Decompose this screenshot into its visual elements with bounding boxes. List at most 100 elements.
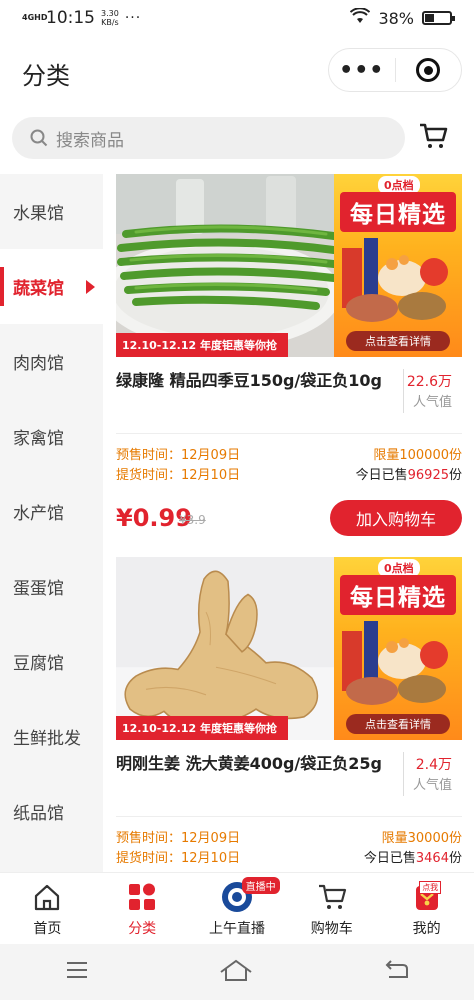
product-name[interactable]: 明刚生姜 洗大黄姜400g/袋正负25g bbox=[116, 752, 396, 776]
presale-time: 预售时间：12月09日 bbox=[116, 448, 241, 463]
home-nav-icon[interactable] bbox=[219, 958, 253, 986]
network-speed-value: 3.30 bbox=[101, 9, 119, 18]
product-card[interactable]: 0点档 每日精选 点击查看详情 12.10-12.12 年度钜惠等你抢 绿康隆 … bbox=[116, 174, 462, 546]
product-info: 绿康隆 精品四季豆150g/袋正负10g 22.6万 人气值 bbox=[116, 365, 462, 423]
cart-icon bbox=[420, 123, 448, 148]
status-bar: 4GHD 10:15 3.30 KB/s ··· 38% bbox=[0, 0, 474, 36]
category-icon bbox=[129, 883, 156, 910]
grocery-collage-image bbox=[342, 621, 448, 705]
view-details-link[interactable]: 点击查看详情 bbox=[346, 714, 450, 734]
sold-today: 今日已售96925份 bbox=[356, 464, 462, 483]
home-icon bbox=[35, 884, 60, 911]
sidebar-item-label: 家禽馆 bbox=[13, 429, 64, 449]
search-placeholder: 搜索商品 bbox=[56, 130, 124, 151]
target-icon bbox=[416, 58, 441, 82]
sold-today: 今日已售3464份 bbox=[364, 847, 462, 866]
more-button[interactable]: ••• bbox=[329, 58, 395, 83]
product-card[interactable]: 0点档 每日精选 点击查看详情 12.10-12.12 年度钜惠等你抢 明刚生姜… bbox=[116, 557, 462, 871]
bottom-tab-bar: 首页 分类 直播中 上午直播 购物车 点我 我的 bbox=[0, 872, 474, 944]
green-beans-image bbox=[116, 174, 334, 357]
caret-right-icon bbox=[86, 280, 95, 294]
sold-prefix: 今日已售 bbox=[363, 851, 416, 866]
battery-fill bbox=[425, 14, 434, 22]
menu-icon[interactable] bbox=[65, 961, 89, 983]
stock-limit: 限量100000份 bbox=[373, 448, 462, 463]
tab-label: 我的 bbox=[412, 921, 441, 937]
tab-label: 上午直播 bbox=[208, 921, 265, 937]
popularity-label: 人气值 bbox=[412, 395, 452, 410]
sidebar-item-label: 蛋蛋馆 bbox=[13, 579, 64, 599]
system-nav-bar bbox=[0, 944, 474, 1000]
profile-badge: 点我 bbox=[419, 881, 442, 894]
sidebar-item-label: 豆腐馆 bbox=[13, 654, 64, 674]
tab-live[interactable]: 直播中 上午直播 bbox=[190, 873, 285, 944]
sidebar-item-3[interactable]: 家禽馆 bbox=[0, 399, 103, 474]
sold-count: 3464 bbox=[415, 851, 449, 866]
network-indicator: 4GHD bbox=[22, 13, 48, 22]
sale-schedule: 预售时间：12月09日 提货时间：12月10日 限量100000份 今日已售96… bbox=[116, 442, 462, 488]
sidebar-item-7[interactable]: 生鲜批发 bbox=[0, 699, 103, 774]
sidebar-item-label: 生鲜批发 bbox=[13, 729, 81, 749]
sidebar-item-label: 肉肉馆 bbox=[13, 354, 64, 374]
sidebar-item-label: 水果馆 bbox=[13, 204, 64, 224]
product-banner: 0点档 每日精选 点击查看详情 12.10-12.12 年度钜惠等你抢 bbox=[116, 174, 462, 357]
battery-icon bbox=[422, 11, 455, 25]
popularity-label: 人气值 bbox=[412, 778, 452, 793]
popularity-value: 2.4万 bbox=[415, 757, 452, 773]
divider bbox=[403, 752, 404, 796]
tab-profile[interactable]: 点我 我的 bbox=[379, 873, 474, 944]
sidebar-item-5[interactable]: 蛋蛋馆 bbox=[0, 549, 103, 624]
sold-suffix: 份 bbox=[448, 468, 462, 483]
tab-label: 购物车 bbox=[310, 921, 353, 937]
stock-limit: 限量30000份 bbox=[381, 831, 462, 846]
presale-time: 预售时间：12月09日 bbox=[116, 831, 241, 846]
view-details-link[interactable]: 点击查看详情 bbox=[346, 331, 450, 351]
network-speed: 3.30 KB/s bbox=[101, 9, 119, 27]
sidebar-item-0[interactable]: 水果馆 bbox=[0, 174, 103, 249]
sidebar-item-1[interactable]: 蔬菜馆 bbox=[0, 249, 103, 324]
product-name[interactable]: 绿康隆 精品四季豆150g/袋正负10g bbox=[116, 369, 396, 393]
ginger-image bbox=[116, 557, 334, 740]
promo-ribbon: 12.10-12.12 年度钜惠等你抢 bbox=[116, 333, 288, 357]
back-icon[interactable] bbox=[383, 959, 409, 985]
promo-panel: 0点档 每日精选 点击查看详情 bbox=[334, 174, 462, 357]
sidebar-item-4[interactable]: 水产馆 bbox=[0, 474, 103, 549]
popularity-value: 22.6万 bbox=[406, 374, 452, 390]
divider bbox=[403, 369, 404, 413]
wifi-icon bbox=[350, 7, 371, 28]
sidebar-item-2[interactable]: 肉肉馆 bbox=[0, 324, 103, 399]
sidebar-item-label: 水产馆 bbox=[13, 504, 64, 524]
notification-dots: ··· bbox=[124, 10, 142, 26]
sidebar-item-label: 蔬菜馆 bbox=[13, 279, 64, 299]
miniprogram-capsule: ••• bbox=[328, 48, 462, 92]
tab-category[interactable]: 分类 bbox=[95, 873, 190, 944]
search-icon bbox=[30, 129, 48, 147]
product-info: 明刚生姜 洗大黄姜400g/袋正负25g 2.4万 人气值 bbox=[116, 748, 462, 806]
pickup-time: 提货时间：12月10日 bbox=[116, 851, 241, 866]
tab-cart[interactable]: 购物车 bbox=[284, 873, 379, 944]
sidebar-item-8[interactable]: 纸品馆 bbox=[0, 774, 103, 849]
sold-prefix: 今日已售 bbox=[355, 468, 408, 483]
promo-headline: 每日精选 bbox=[340, 575, 456, 615]
cart-button[interactable] bbox=[418, 121, 448, 155]
battery-percent: 38% bbox=[378, 8, 414, 28]
tab-label: 分类 bbox=[128, 921, 157, 937]
page-title: 分类 bbox=[22, 62, 70, 90]
sale-schedule: 预售时间：12月09日 提货时间：12月10日 限量30000份 今日已售346… bbox=[116, 825, 462, 871]
sold-count: 96925 bbox=[407, 468, 449, 483]
add-to-cart-button[interactable]: 加入购物车 bbox=[330, 500, 462, 536]
divider bbox=[116, 433, 462, 434]
category-sidebar: 水果馆蔬菜馆肉肉馆家禽馆水产馆蛋蛋馆豆腐馆生鲜批发纸品馆 bbox=[0, 174, 103, 872]
tab-home[interactable]: 首页 bbox=[0, 873, 95, 944]
pickup-time: 提货时间：12月10日 bbox=[116, 468, 241, 483]
divider bbox=[116, 816, 462, 817]
close-button[interactable] bbox=[396, 58, 462, 82]
grocery-collage-image bbox=[342, 238, 448, 322]
price-bar: ¥0.99 ¥3.9 加入购物车 bbox=[116, 494, 462, 546]
sidebar-item-6[interactable]: 豆腐馆 bbox=[0, 624, 103, 699]
search-row: 搜索商品 bbox=[0, 115, 474, 161]
product-banner: 0点档 每日精选 点击查看详情 12.10-12.12 年度钜惠等你抢 bbox=[116, 557, 462, 740]
title-bar: 分类 ••• bbox=[0, 46, 474, 98]
cart-icon bbox=[318, 884, 346, 909]
search-input[interactable]: 搜索商品 bbox=[12, 117, 405, 159]
